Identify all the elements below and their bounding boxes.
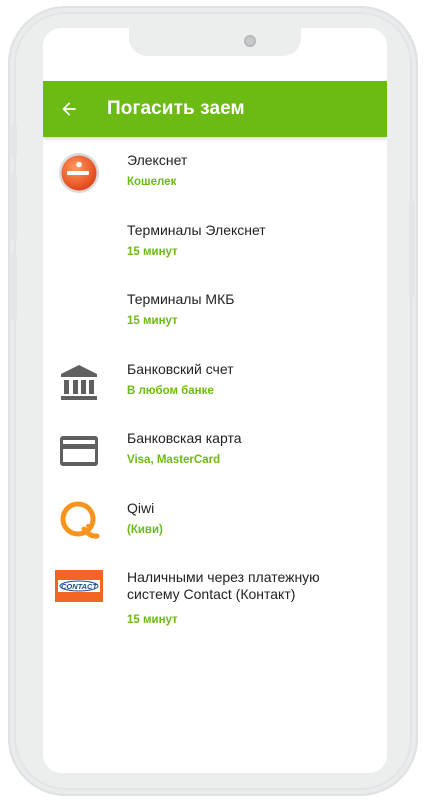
payment-methods-list: Элекснет Кошелек Терминалы Элекснет 15 м… (43, 137, 387, 634)
phone-volume-up-button (11, 174, 17, 240)
method-subtitle: 15 минут (127, 315, 178, 327)
phone-power-button (409, 201, 415, 297)
camera-dot (244, 35, 256, 47)
method-subtitle: Visa, MasterCard (127, 454, 221, 466)
method-subtitle: 15 минут (127, 245, 178, 258)
back-button[interactable] (43, 81, 97, 137)
method-title: Элекснет (127, 152, 188, 168)
qiwi-logo-icon (57, 499, 101, 543)
phone-notch (129, 28, 301, 56)
method-subtitle: 15 минут (127, 614, 178, 626)
app-bar: Погасить заем (43, 81, 387, 137)
method-title: Терминалы Элекснет (127, 221, 266, 238)
method-eleksnet[interactable]: Элекснет Кошелек (43, 137, 387, 207)
method-mkb-terminals[interactable]: Терминалы МКБ 15 минут (43, 276, 387, 346)
eleksnet-logo-icon (57, 151, 101, 195)
method-contact[interactable]: CONTACT Наличными через платежную систем… (43, 554, 387, 634)
phone-screen: Погасить заем Элекснет Кошелек Терминалы… (43, 28, 387, 773)
bank-icon (57, 360, 101, 404)
method-title: Qiwi (127, 499, 155, 516)
method-subtitle: Кошелек (127, 176, 177, 188)
method-bank-account[interactable]: Банковский счет В любом банке (43, 346, 387, 416)
phone-side-button (11, 124, 17, 158)
method-bank-card[interactable]: Банковская карта Visa, MasterCard (43, 415, 387, 485)
method-subtitle: В любом банке (127, 384, 214, 397)
method-title: Наличными через платежную систему Contac… (127, 569, 320, 602)
method-eleksnet-terminals[interactable]: Терминалы Элекснет 15 минут (43, 207, 387, 277)
page-title: Погасить заем (107, 98, 245, 119)
contact-logo-text: CONTACT (61, 582, 99, 591)
arrow-back-icon (62, 102, 76, 116)
method-subtitle: (Киви) (127, 523, 163, 536)
contact-logo-icon: CONTACT (54, 566, 104, 606)
method-title: Банковский счет (127, 360, 234, 377)
phone-volume-down-button (11, 254, 17, 320)
method-qiwi[interactable]: Qiwi (Киви) (43, 485, 387, 555)
credit-card-icon (57, 429, 101, 473)
method-title: Банковская карта (127, 430, 242, 446)
method-title: Терминалы МКБ (127, 291, 235, 307)
